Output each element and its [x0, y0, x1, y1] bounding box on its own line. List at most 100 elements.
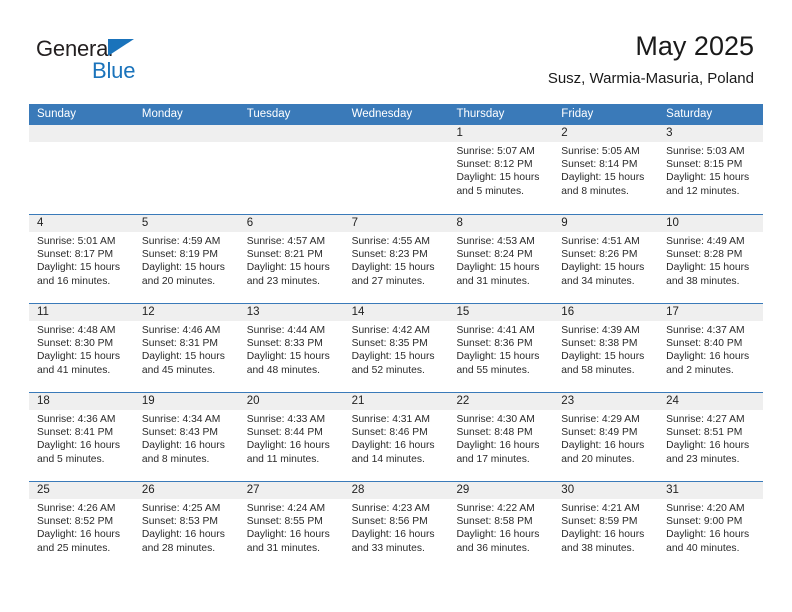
- sunset-text: Sunset: 8:30 PM: [37, 338, 114, 350]
- week-row: 11 Sunrise: 4:48 AM Sunset: 8:30 PM Dayligh…: [29, 303, 764, 392]
- day-details: Sunrise: 4:36 AM Sunset: 8:41 PM Daylight:…: [29, 410, 134, 466]
- day-details: Sunrise: 4:20 AM Sunset: 9:00 PM Daylight:…: [658, 499, 763, 555]
- sunset-text: Sunset: 8:55 PM: [246, 516, 323, 528]
- day-cell[interactable]: 20 Sunrise: 4:33 AM Sunset: 8:44 PM Dayligh…: [238, 393, 344, 481]
- day-cell[interactable]: 15 Sunrise: 4:41 AM Sunset: 8:36 PM Dayligh…: [448, 304, 554, 392]
- daylight-text: Daylight: 16 hours and 38 minutes.: [561, 529, 645, 554]
- daylight-text: Daylight: 15 hours and 38 minutes.: [666, 262, 750, 287]
- day-cell[interactable]: 11 Sunrise: 4:48 AM Sunset: 8:30 PM Dayligh…: [29, 304, 134, 392]
- day-cell[interactable]: 1 Sunrise: 5:07 AM Sunset: 8:12 PM Daylight…: [448, 125, 554, 214]
- weeks-container: 1 Sunrise: 5:07 AM Sunset: 8:12 PM Daylight…: [29, 125, 764, 570]
- day-cell[interactable]: 10 Sunrise: 4:49 AM Sunset: 8:28 PM Dayligh…: [658, 215, 764, 303]
- sunrise-text: Sunrise: 4:27 AM: [666, 414, 745, 425]
- day-cell[interactable]: 28 Sunrise: 4:23 AM Sunset: 8:56 PM Dayligh…: [343, 482, 449, 570]
- day-cell[interactable]: 30 Sunrise: 4:21 AM Sunset: 8:59 PM Dayligh…: [553, 482, 659, 570]
- daylight-text: Daylight: 15 hours and 58 minutes.: [561, 351, 645, 376]
- week-row: 1 Sunrise: 5:07 AM Sunset: 8:12 PM Daylight…: [29, 125, 764, 214]
- day-number: 28: [343, 482, 449, 499]
- day-cell[interactable]: 6 Sunrise: 4:57 AM Sunset: 8:21 PM Daylight…: [238, 215, 344, 303]
- day-cell[interactable]: 26 Sunrise: 4:25 AM Sunset: 8:53 PM Dayligh…: [133, 482, 239, 570]
- sunrise-text: Sunrise: 4:42 AM: [351, 325, 430, 336]
- day-details: Sunrise: 4:26 AM Sunset: 8:52 PM Daylight:…: [29, 499, 134, 555]
- daylight-text: Daylight: 16 hours and 11 minutes.: [246, 440, 330, 465]
- day-number: 27: [238, 482, 344, 499]
- week-row: 18 Sunrise: 4:36 AM Sunset: 8:41 PM Dayligh…: [29, 392, 764, 481]
- day-cell[interactable]: 23 Sunrise: 4:29 AM Sunset: 8:49 PM Dayligh…: [553, 393, 659, 481]
- day-details: Sunrise: 4:49 AM Sunset: 8:28 PM Daylight:…: [658, 232, 763, 288]
- sunset-text: Sunset: 8:43 PM: [141, 427, 218, 439]
- day-number: 30: [553, 482, 659, 499]
- day-number: 29: [448, 482, 554, 499]
- day-number: 31: [658, 482, 764, 499]
- day-cell[interactable]: 22 Sunrise: 4:30 AM Sunset: 8:48 PM Dayligh…: [448, 393, 554, 481]
- day-cell[interactable]: 4 Sunrise: 5:01 AM Sunset: 8:17 PM Daylight…: [29, 215, 134, 303]
- day-number: 24: [658, 393, 764, 410]
- day-number: 20: [238, 393, 344, 410]
- day-cell-empty: [133, 125, 239, 214]
- daylight-text: Daylight: 15 hours and 41 minutes.: [37, 351, 120, 376]
- logo-word-blue: Blue: [92, 58, 136, 83]
- sunrise-text: Sunrise: 4:57 AM: [246, 236, 326, 247]
- day-cell[interactable]: 2 Sunrise: 5:05 AM Sunset: 8:14 PM Daylight…: [553, 125, 659, 214]
- day-cell[interactable]: 12 Sunrise: 4:46 AM Sunset: 8:31 PM Dayligh…: [133, 304, 239, 392]
- day-number: 21: [343, 393, 449, 410]
- day-number: 15: [448, 304, 554, 321]
- week-row: 25 Sunrise: 4:26 AM Sunset: 8:52 PM Dayligh…: [29, 481, 764, 570]
- day-number: 17: [658, 304, 764, 321]
- sunrise-text: Sunrise: 4:20 AM: [666, 503, 745, 514]
- day-cell[interactable]: 19 Sunrise: 4:34 AM Sunset: 8:43 PM Dayligh…: [133, 393, 239, 481]
- day-number: 25: [29, 482, 134, 499]
- day-cell[interactable]: 17 Sunrise: 4:37 AM Sunset: 8:40 PM Dayligh…: [658, 304, 764, 392]
- day-cell[interactable]: 3 Sunrise: 5:03 AM Sunset: 8:15 PM Daylight…: [658, 125, 764, 214]
- daylight-text: Daylight: 16 hours and 28 minutes.: [141, 529, 225, 554]
- day-cell[interactable]: 9 Sunrise: 4:51 AM Sunset: 8:26 PM Daylight…: [553, 215, 659, 303]
- sunset-text: Sunset: 8:21 PM: [246, 249, 323, 261]
- day-number: 3: [658, 125, 764, 142]
- sunrise-text: Sunrise: 4:44 AM: [246, 325, 326, 336]
- day-details: Sunrise: 4:53 AM Sunset: 8:24 PM Daylight:…: [448, 232, 553, 288]
- sunrise-text: Sunrise: 4:53 AM: [456, 236, 535, 247]
- sunset-text: Sunset: 9:00 PM: [666, 516, 743, 528]
- day-cell[interactable]: 7 Sunrise: 4:55 AM Sunset: 8:23 PM Daylight…: [343, 215, 449, 303]
- day-cell[interactable]: 16 Sunrise: 4:39 AM Sunset: 8:38 PM Dayligh…: [553, 304, 659, 392]
- day-cell-empty: [343, 125, 449, 214]
- sunrise-text: Sunrise: 4:26 AM: [37, 503, 116, 514]
- weekday-header-friday: Friday: [561, 108, 594, 120]
- day-cell[interactable]: 29 Sunrise: 4:22 AM Sunset: 8:58 PM Dayligh…: [448, 482, 554, 570]
- day-number: [29, 125, 134, 142]
- day-cell[interactable]: 8 Sunrise: 4:53 AM Sunset: 8:24 PM Daylight…: [448, 215, 554, 303]
- day-cell-empty: [238, 125, 344, 214]
- sunset-text: Sunset: 8:33 PM: [246, 338, 323, 350]
- triangle-icon: [108, 39, 134, 56]
- general-blue-logo: General Blue: [36, 36, 216, 88]
- daylight-text: Daylight: 15 hours and 55 minutes.: [456, 351, 540, 376]
- day-cell[interactable]: 5 Sunrise: 4:59 AM Sunset: 8:19 PM Daylight…: [133, 215, 239, 303]
- day-details: Sunrise: 4:46 AM Sunset: 8:31 PM Daylight:…: [134, 321, 239, 377]
- page-subtitle: Susz, Warmia-Masuria, Poland: [547, 70, 754, 87]
- sunrise-text: Sunrise: 4:31 AM: [351, 414, 430, 425]
- day-number: 11: [29, 304, 134, 321]
- day-number: 12: [133, 304, 239, 321]
- weekday-header-tuesday: Tuesday: [246, 108, 291, 120]
- day-details: Sunrise: 4:41 AM Sunset: 8:36 PM Daylight:…: [448, 321, 553, 377]
- day-cell[interactable]: 31 Sunrise: 4:20 AM Sunset: 9:00 PM Dayligh…: [658, 482, 764, 570]
- weekday-header-thursday: Thursday: [456, 108, 505, 120]
- sunrise-text: Sunrise: 4:37 AM: [666, 325, 745, 336]
- day-cell[interactable]: 14 Sunrise: 4:42 AM Sunset: 8:35 PM Dayligh…: [343, 304, 449, 392]
- sunrise-text: Sunrise: 4:23 AM: [351, 503, 430, 514]
- day-number: 13: [238, 304, 344, 321]
- sunrise-text: Sunrise: 4:33 AM: [246, 414, 326, 425]
- sunset-text: Sunset: 8:14 PM: [561, 159, 638, 171]
- day-cell[interactable]: 18 Sunrise: 4:36 AM Sunset: 8:41 PM Dayligh…: [29, 393, 134, 481]
- day-cell[interactable]: 13 Sunrise: 4:44 AM Sunset: 8:33 PM Dayligh…: [238, 304, 344, 392]
- day-cell[interactable]: 27 Sunrise: 4:24 AM Sunset: 8:55 PM Dayligh…: [238, 482, 344, 570]
- sunset-text: Sunset: 8:38 PM: [561, 338, 638, 350]
- day-cell[interactable]: 21 Sunrise: 4:31 AM Sunset: 8:46 PM Dayligh…: [343, 393, 449, 481]
- daylight-text: Daylight: 15 hours and 8 minutes.: [561, 172, 645, 197]
- day-cell[interactable]: 25 Sunrise: 4:26 AM Sunset: 8:52 PM Dayligh…: [29, 482, 134, 570]
- day-cell[interactable]: 24 Sunrise: 4:27 AM Sunset: 8:51 PM Dayligh…: [658, 393, 764, 481]
- day-details: Sunrise: 4:22 AM Sunset: 8:58 PM Daylight:…: [448, 499, 553, 555]
- sunrise-text: Sunrise: 5:07 AM: [456, 146, 535, 157]
- day-number: 10: [658, 215, 764, 232]
- sunrise-text: Sunrise: 4:48 AM: [37, 325, 116, 336]
